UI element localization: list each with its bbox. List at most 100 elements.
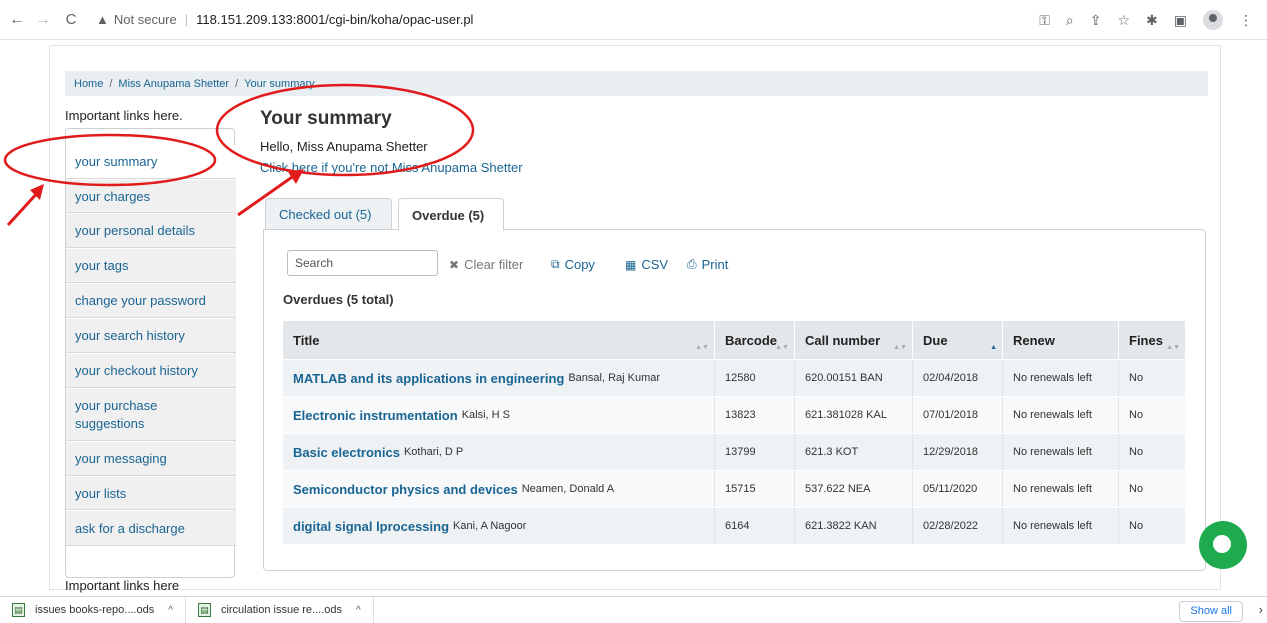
csv-label: CSV: [641, 257, 669, 272]
url-separator: |: [184, 12, 189, 27]
menu-icon[interactable]: ⋮: [1239, 12, 1253, 29]
item-title-link[interactable]: Basic electronics: [293, 445, 400, 460]
item-renew-status: No renewals left: [1003, 434, 1119, 470]
sidepanel-icon[interactable]: ▣: [1174, 12, 1187, 29]
chevron-up-icon[interactable]: ^: [168, 605, 173, 616]
search-input[interactable]: Search: [287, 250, 438, 276]
item-renew-status: No renewals left: [1003, 397, 1119, 433]
column-header-title[interactable]: Title ▲▼: [283, 321, 715, 359]
not-me-link[interactable]: Click here if you're not Miss Anupama Sh…: [260, 160, 523, 175]
greeting: Hello, Miss Anupama Shetter: [260, 139, 428, 154]
close-icon: ✖: [449, 257, 460, 272]
item-author: Bansal, Raj Kumar: [568, 372, 661, 384]
copy-button[interactable]: ⧉ Copy: [551, 257, 595, 272]
sidebar-item-search-history[interactable]: your search history: [66, 319, 236, 353]
download-bar: ▤ issues books-repo....ods ^ ▤ circulati…: [0, 596, 1267, 623]
sidebar-item-change-password[interactable]: change your password: [66, 284, 236, 318]
column-header-renew: Renew: [1003, 321, 1119, 359]
item-call-number: 620.00151 BAN: [795, 360, 913, 396]
table-header: Title ▲▼ Barcode ▲▼ Call number ▲▼ Due ▲…: [283, 321, 1185, 359]
chat-bubble-button[interactable]: [1199, 521, 1247, 569]
sidebar-item-messaging[interactable]: your messaging: [66, 442, 236, 476]
item-title-link[interactable]: Electronic instrumentation: [293, 408, 458, 423]
item-fines: No: [1129, 372, 1144, 384]
copy-label: Copy: [564, 257, 595, 272]
item-barcode: 13823: [715, 397, 795, 433]
item-title-link[interactable]: Semiconductor physics and devices: [293, 482, 518, 497]
chevron-up-icon[interactable]: ^: [356, 605, 361, 616]
sidebar-item-checkout-history[interactable]: your checkout history: [66, 354, 236, 388]
tab-overdue[interactable]: Overdue (5): [398, 198, 504, 231]
print-button[interactable]: ⎙ Print: [687, 257, 728, 272]
item-barcode: 15715: [715, 471, 795, 507]
sidebar-item-summary[interactable]: your summary: [66, 145, 236, 179]
browser-actions: ⚿ ⌕ ⇪ ☆ ✱ ▣ ⋮: [1039, 10, 1253, 30]
item-author: Kothari, D P: [403, 446, 464, 458]
sidebar-item-tags[interactable]: your tags: [66, 249, 236, 283]
browser-toolbar: ← → C ▲ Not secure | 118.151.209.133:800…: [0, 0, 1267, 40]
item-author: Neamen, Donald A: [521, 483, 615, 495]
share-icon[interactable]: ⇪: [1090, 12, 1102, 29]
reload-icon[interactable]: C: [60, 11, 82, 28]
page-title: Your summary: [260, 108, 392, 129]
item-renew-status: No renewals left: [1003, 360, 1119, 396]
sort-icon: ▲▼: [775, 344, 789, 351]
sidebar-item-lists[interactable]: your lists: [66, 477, 236, 510]
sort-icon: ▲▼: [893, 344, 907, 351]
item-fines: No: [1129, 446, 1144, 458]
item-call-number: 621.3 KOT: [795, 434, 913, 470]
spreadsheet-file-icon: ▤: [197, 603, 211, 617]
profile-avatar[interactable]: [1203, 10, 1223, 30]
download-item[interactable]: ▤ circulation issue re....ods ^: [186, 596, 374, 623]
key-icon[interactable]: ⚿: [1039, 12, 1050, 29]
item-renew-status: No renewals left: [1003, 508, 1119, 544]
item-due-date: 02/04/2018: [913, 360, 1003, 396]
column-header-call-number[interactable]: Call number ▲▼: [795, 321, 913, 359]
sidebar-item-charges[interactable]: your charges: [66, 180, 236, 213]
breadcrumb-patron[interactable]: Miss Anupama Shetter: [118, 78, 229, 90]
annotation-arrowhead-left: [30, 184, 44, 200]
section-title: Overdues (5 total): [283, 292, 394, 307]
item-due-date: 02/28/2022: [913, 508, 1003, 544]
star-icon[interactable]: ☆: [1117, 12, 1130, 29]
item-title-link[interactable]: digital signal lprocessing: [293, 519, 449, 534]
sort-asc-icon: ▲: [990, 344, 997, 351]
item-call-number: 621.3822 KAN: [795, 508, 913, 544]
forward-arrow-icon[interactable]: →: [32, 11, 54, 29]
print-label: Print: [701, 257, 729, 272]
item-author: Kani, A Nagoor: [453, 520, 527, 532]
table-row: Basic electronics Kothari, D P 13799 621.…: [283, 433, 1185, 470]
show-all-button[interactable]: Show all: [1179, 601, 1243, 622]
column-header-barcode[interactable]: Barcode ▲▼: [715, 321, 795, 359]
breadcrumb-home[interactable]: Home: [74, 78, 103, 90]
back-arrow-icon[interactable]: ←: [6, 11, 28, 29]
item-call-number: 621.381028 KAL: [795, 397, 913, 433]
column-header-due[interactable]: Due ▲: [913, 321, 1003, 359]
column-header-barcode-label: Barcode: [725, 332, 778, 348]
breadcrumb-current[interactable]: Your summary: [244, 78, 315, 90]
extensions-icon[interactable]: ✱: [1146, 12, 1158, 29]
address-bar[interactable]: ▲ Not secure | 118.151.209.133:8001/cgi-…: [96, 12, 473, 27]
table-row: digital signal lprocessing Kani, A Nagoor…: [283, 507, 1185, 544]
sort-icon: ▲▼: [1166, 344, 1180, 351]
item-barcode: 12580: [715, 360, 795, 396]
item-due-date: 07/01/2018: [913, 397, 1003, 433]
item-fines: No: [1129, 483, 1144, 495]
column-header-fines[interactable]: Fines ▲▼: [1119, 321, 1185, 359]
download-filename: circulation issue re....ods: [220, 604, 342, 616]
sidebar-item-purchase-suggestions[interactable]: your purchase suggestions: [66, 389, 236, 441]
sidebar-item-personal-details[interactable]: your personal details: [66, 214, 236, 248]
annotation-arrow-left: [6, 188, 42, 227]
spreadsheet-file-icon: ▤: [12, 603, 25, 617]
item-title-link[interactable]: MATLAB and its applications in engineeri…: [293, 371, 564, 386]
csv-button[interactable]: ▦ CSV: [625, 257, 668, 272]
item-call-number: 537.622 NEA: [795, 471, 913, 507]
download-item[interactable]: ▤ issues books-repo....ods ^: [0, 596, 186, 623]
url-text[interactable]: 118.151.209.133:8001/cgi-bin/koha/opac-u…: [196, 12, 473, 27]
close-icon[interactable]: ›: [1259, 602, 1263, 617]
zoom-icon[interactable]: ⌕: [1066, 12, 1074, 29]
clear-filter-button[interactable]: ✖ Clear filter: [449, 257, 523, 272]
tab-checked-out[interactable]: Checked out (5): [265, 198, 392, 230]
sidebar-item-discharge[interactable]: ask for a discharge: [66, 511, 236, 546]
download-filename: issues books-repo....ods: [35, 604, 155, 616]
